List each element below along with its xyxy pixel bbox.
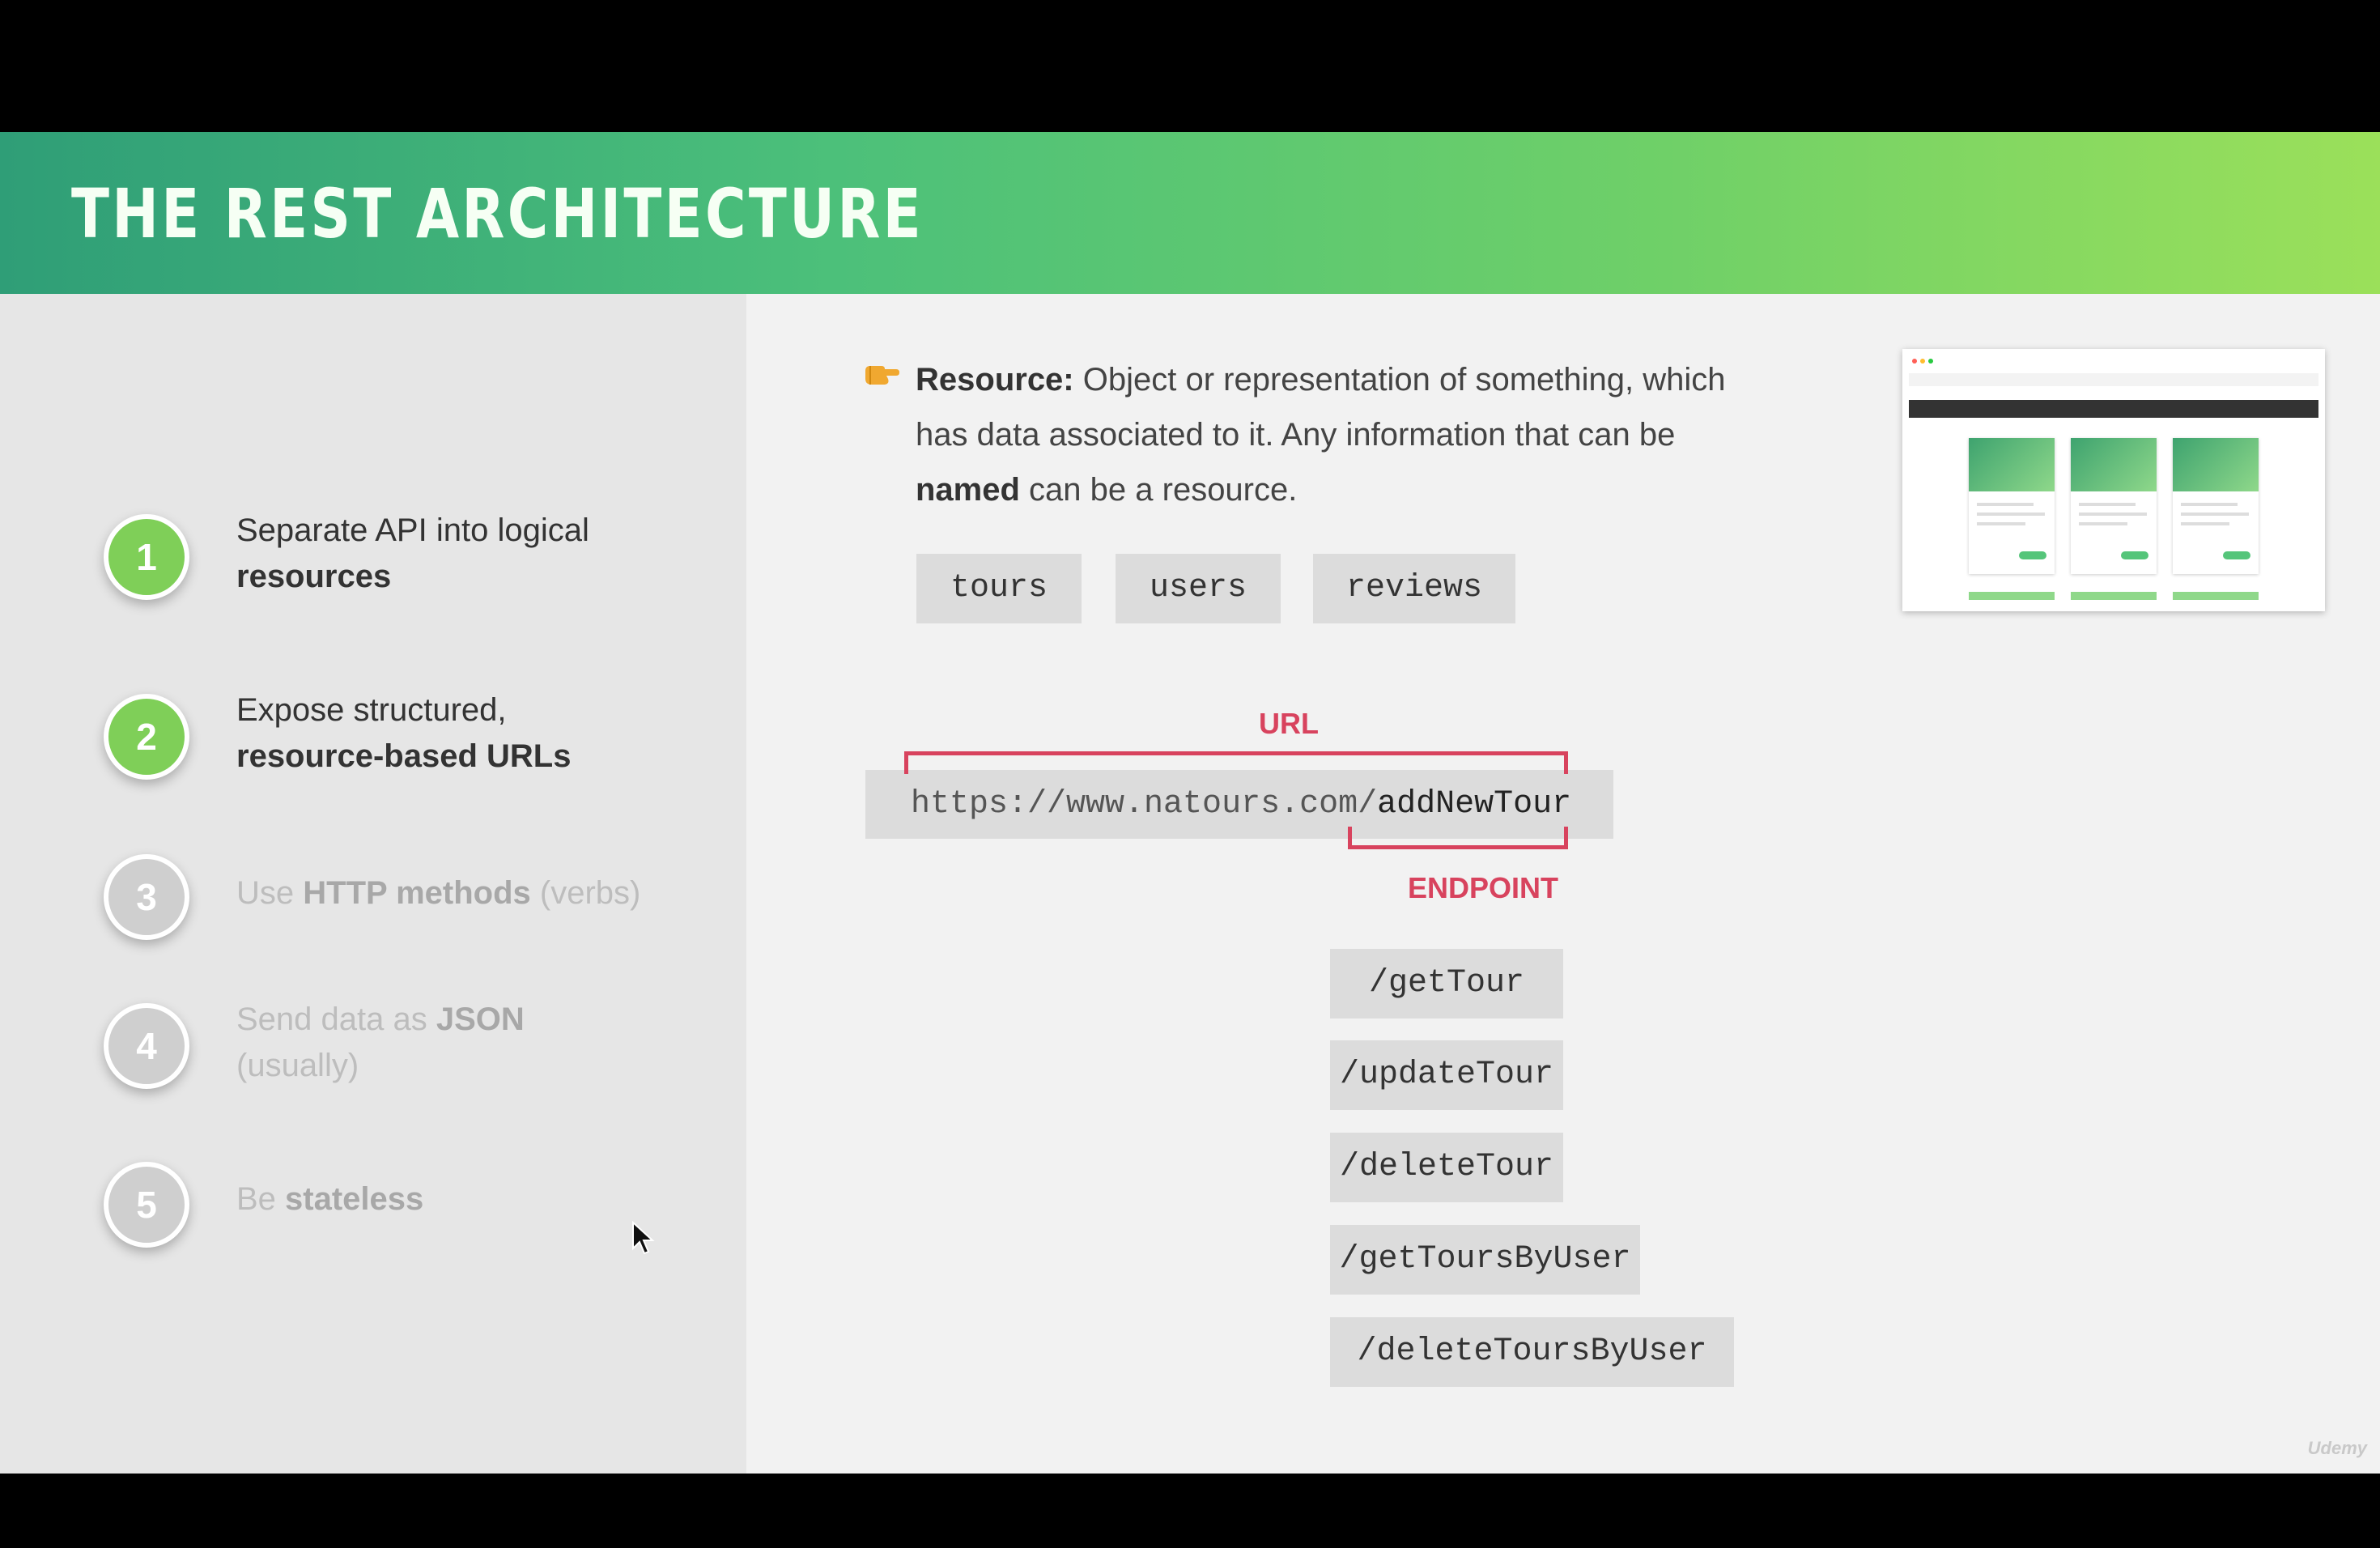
resource-pill-users: users [1116, 554, 1281, 623]
thumbnail-card [1969, 438, 2055, 574]
thumbnail-urlbar [1909, 373, 2318, 386]
step-3-text: Use HTTP methods (verbs) [236, 870, 690, 916]
step-4-text: Send data as JSON (usually) [236, 997, 690, 1089]
resource-text-2: can be a resource. [1019, 472, 1298, 508]
endpoint-pill: /deleteTour [1330, 1133, 1563, 1202]
step-number-badge: 4 [104, 1003, 189, 1089]
mouse-cursor-icon [632, 1221, 655, 1255]
endpoint-pill: /getTour [1330, 949, 1563, 1019]
resource-label: Resource: [916, 362, 1074, 398]
url-label: URL [1259, 707, 1319, 740]
step-number-badge: 3 [104, 854, 189, 940]
url-endpoint: addNewTour [1377, 786, 1572, 823]
step-number-badge: 5 [104, 1162, 189, 1248]
resource-definition: Resource: Object or representation of so… [916, 352, 1741, 517]
resource-pill-tours: tours [916, 554, 1082, 623]
website-thumbnail [1902, 349, 2325, 611]
endpoint-pill: /updateTour [1330, 1040, 1563, 1110]
step-5-bold: stateless [285, 1181, 424, 1217]
step-5-text: Be stateless [236, 1176, 690, 1223]
step-number-badge: 1 [104, 514, 189, 600]
step-3-pre: Use [236, 875, 304, 911]
endpoint-label: ENDPOINT [1407, 871, 1558, 904]
step-3-post: (verbs) [530, 875, 641, 911]
slide-title: THE REST ARCHITECTURE [71, 174, 924, 253]
step-4-pre: Send data as [236, 1002, 436, 1037]
endpoint-bracket [1348, 827, 1568, 849]
url-base: https://www.natours.com/ [911, 786, 1378, 823]
resource-bold-named: named [916, 472, 1020, 508]
step-3-bold: HTTP methods [303, 875, 531, 911]
slide-header: THE REST ARCHITECTURE [0, 132, 2380, 294]
url-bracket [904, 751, 1568, 774]
step-2-text: Expose structured, resource-based URLs [236, 687, 690, 780]
step-1-text: Separate API into logical resources [236, 508, 690, 600]
step-2-bold: resource-based URLs [236, 738, 572, 774]
resource-pill-reviews: reviews [1313, 554, 1515, 623]
step-4-bold: JSON [436, 1002, 525, 1037]
step-2-line: Expose structured, [236, 692, 507, 728]
pointing-hand-icon [865, 366, 899, 385]
slide: THE REST ARCHITECTURE 1 Separate API int… [0, 132, 2380, 1474]
steps-panel: 1 Separate API into logical resources 2 … [0, 294, 746, 1474]
step-1-line: Separate API into logical [236, 512, 589, 548]
step-5-pre: Be [236, 1181, 286, 1217]
thumbnail-navbar [1909, 400, 2318, 418]
thumbnail-card [2173, 438, 2259, 574]
thumbnail-card [2071, 438, 2157, 574]
endpoint-pill: /getToursByUser [1330, 1225, 1640, 1295]
step-4-line2: (usually) [236, 1048, 359, 1083]
endpoint-pill: /deleteToursByUser [1330, 1317, 1734, 1387]
step-1-bold: resources [236, 559, 392, 594]
content-area: Resource: Object or representation of so… [746, 294, 2380, 1474]
step-number-badge: 2 [104, 694, 189, 780]
udemy-watermark: Udemy [2307, 1438, 2367, 1458]
